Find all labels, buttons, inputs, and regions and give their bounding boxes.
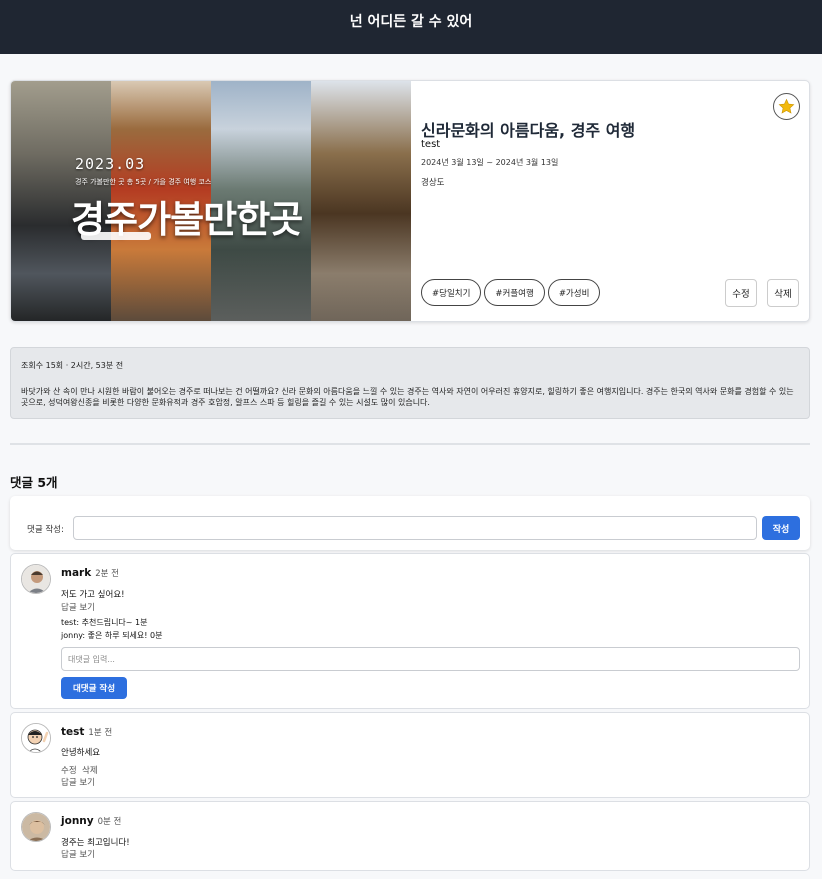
reply-toggle-link[interactable]: 답글 보기 bbox=[61, 848, 95, 860]
delete-post-button[interactable]: 삭제 bbox=[767, 279, 799, 307]
post-info: 신라문화의 아름다움, 경주 여행 test 2024년 3월 13일 ~ 20… bbox=[411, 81, 809, 321]
comment-time: 2분 전 bbox=[95, 569, 119, 579]
avatar bbox=[21, 564, 51, 594]
comment-item: mark 2분 전 저도 가고 싶어요! 답글 보기 test: 추천드립니다~ … bbox=[10, 553, 810, 709]
comment-text: 저도 가고 싶어요! bbox=[61, 590, 125, 600]
post-title: 신라문화의 아름다움, 경주 여행 bbox=[421, 121, 636, 140]
tag-list: #당일치기 #커플여행 #가성비 bbox=[421, 279, 601, 306]
thumbnail-bar bbox=[81, 232, 151, 240]
top-header: 넌 어디든 갈 수 있어 bbox=[0, 0, 822, 54]
avatar bbox=[21, 812, 51, 842]
comment-author: test bbox=[61, 726, 85, 738]
edit-comment-link[interactable]: 수정 bbox=[61, 766, 77, 776]
reply-time: 0분 bbox=[150, 631, 163, 640]
avatar bbox=[21, 723, 51, 753]
post-region: 경상도 bbox=[421, 178, 445, 188]
comment-item: jonny 0분 전 경주는 최고입니다! 답글 보기 bbox=[10, 801, 810, 871]
comment-author: mark bbox=[61, 567, 92, 579]
reply-time: 1분 bbox=[135, 618, 148, 627]
thumbnail-subtitle: 경주 가볼만한 곳 총 5곳 / 가을 경주 여행 코스 bbox=[75, 178, 212, 186]
reply-submit-button[interactable]: 대댓글 작성 bbox=[61, 677, 127, 699]
post-description: 조회수 15회 · 2시간, 53분 전 바닷가와 산 속이 만나 시원한 바람… bbox=[10, 347, 810, 419]
post-dates: 2024년 3월 13일 ~ 2024년 3월 13일 bbox=[421, 158, 559, 167]
reply-toggle-link[interactable]: 답글 보기 bbox=[61, 776, 95, 788]
comment-input[interactable] bbox=[73, 516, 757, 540]
comment-write-label: 댓글 작성: bbox=[27, 525, 64, 535]
favorite-button[interactable] bbox=[773, 93, 800, 120]
site-title: 넌 어디든 갈 수 있어 bbox=[349, 14, 473, 30]
reply-author: test bbox=[61, 618, 77, 627]
post-body: 바닷가와 산 속이 만나 시원한 바람이 불어오는 경주로 떠나보는 건 어떨까… bbox=[21, 387, 794, 407]
comment-text: 안녕하세요 bbox=[61, 748, 101, 758]
reply-author: jonny bbox=[61, 631, 83, 640]
comment-submit-button[interactable]: 작성 bbox=[762, 516, 800, 540]
edit-post-button[interactable]: 수정 bbox=[725, 279, 757, 307]
post-card: 2023.03 경주 가볼만한 곳 총 5곳 / 가을 경주 여행 코스 경주가… bbox=[10, 80, 810, 322]
comment-text: 경주는 최고입니다! bbox=[61, 838, 130, 848]
tag-chip[interactable]: #가성비 bbox=[547, 279, 601, 306]
post-thumbnail: 2023.03 경주 가볼만한 곳 총 5곳 / 가을 경주 여행 코스 경주가… bbox=[11, 81, 411, 321]
reply-text: 추천드립니다~ bbox=[81, 618, 133, 627]
comments-title: 댓글 5개 bbox=[10, 475, 58, 490]
post-author: test bbox=[421, 139, 441, 150]
reply-toggle-link[interactable]: 답글 보기 bbox=[61, 601, 95, 613]
thumbnail-year: 2023.03 bbox=[75, 155, 146, 173]
reply-text: 좋은 하루 되세요! bbox=[87, 631, 148, 640]
comment-write-box: 댓글 작성: 작성 bbox=[10, 496, 810, 550]
star-icon bbox=[778, 98, 795, 114]
divider bbox=[10, 443, 810, 445]
reply-item: jonny: 좋은 하루 되세요! 0분 bbox=[61, 631, 163, 640]
post-meta: 조회수 15회 · 2시간, 53분 전 bbox=[21, 361, 124, 370]
reply-input[interactable]: 대댓글 입력... bbox=[61, 647, 800, 671]
comment-time: 1분 전 bbox=[88, 728, 113, 738]
tag-chip[interactable]: #당일치기 bbox=[421, 279, 482, 306]
tag-chip[interactable]: #커플여행 bbox=[484, 279, 545, 306]
comment-item: test 1분 전 안녕하세요 수정 삭제 답글 보기 bbox=[10, 712, 810, 798]
comment-author: jonny bbox=[61, 815, 94, 827]
delete-comment-link[interactable]: 삭제 bbox=[82, 766, 98, 776]
reply-item: test: 추천드립니다~ 1분 bbox=[61, 618, 148, 627]
comment-time: 0분 전 bbox=[97, 817, 122, 827]
